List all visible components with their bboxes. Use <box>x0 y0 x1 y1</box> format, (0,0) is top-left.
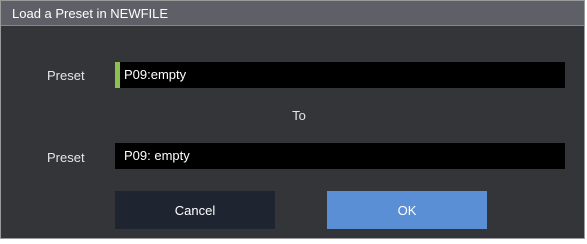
destination-preset-label: Preset <box>47 150 85 165</box>
source-preset-field[interactable]: P09:empty <box>115 62 565 88</box>
ok-button[interactable]: OK <box>327 191 487 229</box>
source-preset-label: Preset <box>47 68 85 83</box>
to-label: To <box>292 108 306 123</box>
cancel-button[interactable]: Cancel <box>115 191 275 229</box>
destination-preset-field[interactable]: P09: empty <box>115 143 565 169</box>
dialog-titlebar: Load a Preset in NEWFILE <box>1 1 584 26</box>
destination-preset-value: P09: empty <box>124 148 190 163</box>
dialog-title: Load a Preset in NEWFILE <box>12 6 169 21</box>
load-preset-dialog: Load a Preset in NEWFILE Preset P09:empt… <box>0 0 585 239</box>
source-preset-value: P09:empty <box>124 67 187 82</box>
focus-marker <box>115 62 120 88</box>
